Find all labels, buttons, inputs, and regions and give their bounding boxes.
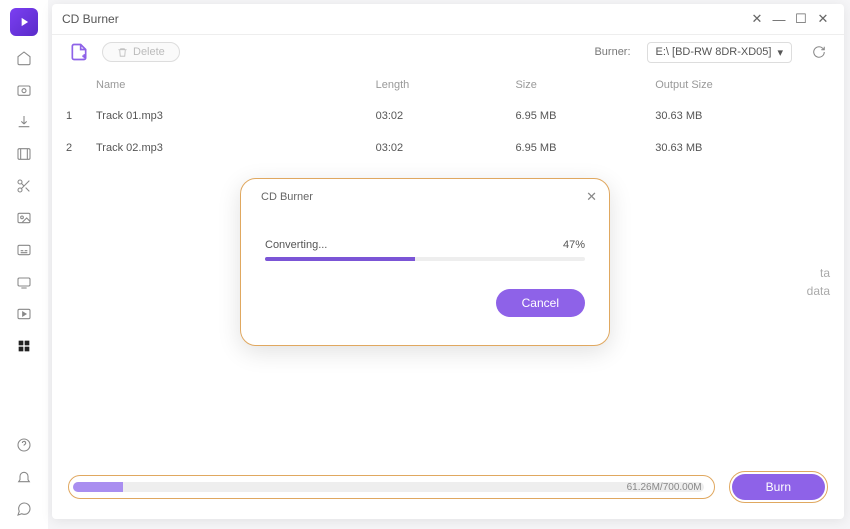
camera-icon[interactable] xyxy=(14,80,34,100)
chevron-down-icon: ▾ xyxy=(777,46,783,59)
cancel-button[interactable]: Cancel xyxy=(496,289,585,317)
capacity-track xyxy=(73,482,704,492)
col-length: Length xyxy=(376,79,516,91)
col-size: Size xyxy=(515,79,655,91)
modal-close-icon[interactable]: ✕ xyxy=(586,189,597,205)
window-close-icon[interactable]: ✕ xyxy=(812,10,834,28)
minimize-icon[interactable]: ― xyxy=(768,10,790,28)
download-icon[interactable] xyxy=(14,112,34,132)
table-row[interactable]: 1 Track 01.mp3 03:02 6.95 MB 30.63 MB xyxy=(66,100,830,132)
toolbar: Delete Burner: E:\ [BD-RW 8DR-XD05] ▾ xyxy=(52,35,844,69)
app-sidebar xyxy=(0,0,48,529)
burner-label: Burner: xyxy=(594,46,630,58)
col-output: Output Size xyxy=(655,79,830,91)
refresh-icon[interactable] xyxy=(808,41,830,63)
modal-title: CD Burner xyxy=(261,191,589,203)
titlebar: CD Burner ✕ ― ☐ ✕ xyxy=(52,4,844,35)
subtitle-icon[interactable] xyxy=(14,240,34,260)
add-file-icon[interactable] xyxy=(66,41,92,63)
tv-icon[interactable] xyxy=(14,272,34,292)
progress-modal: CD Burner ✕ Converting... 47% Cancel xyxy=(240,178,610,346)
table-row[interactable]: 2 Track 02.mp3 03:02 6.95 MB 30.63 MB xyxy=(66,132,830,164)
film-icon[interactable] xyxy=(14,144,34,164)
burner-select[interactable]: E:\ [BD-RW 8DR-XD05] ▾ xyxy=(647,42,792,63)
modal-status: Converting... xyxy=(265,239,327,251)
burn-button-wrap: Burn xyxy=(729,471,828,503)
burn-button[interactable]: Burn xyxy=(732,474,825,500)
col-name: Name xyxy=(96,79,376,91)
app-logo-icon xyxy=(10,8,38,36)
bottom-bar: 61.26M/700.00M Burn xyxy=(52,459,844,519)
delete-label: Delete xyxy=(133,46,165,58)
table-header: Name Length Size Output Size xyxy=(66,69,830,100)
toolbox-icon[interactable] xyxy=(14,336,34,356)
modal-progress-track xyxy=(265,257,585,261)
bell-icon[interactable] xyxy=(14,467,34,487)
close-icon[interactable]: ✕ xyxy=(746,10,768,28)
metadata-hint: ta data xyxy=(807,264,830,300)
image-icon[interactable] xyxy=(14,208,34,228)
window-title: CD Burner xyxy=(62,12,119,26)
trash-icon xyxy=(117,47,128,58)
capacity-fill xyxy=(73,482,123,492)
help-icon[interactable] xyxy=(14,435,34,455)
home-icon[interactable] xyxy=(14,48,34,68)
burner-selected-value: E:\ [BD-RW 8DR-XD05] xyxy=(656,46,772,58)
player-icon[interactable] xyxy=(14,304,34,324)
modal-progress-fill xyxy=(265,257,415,261)
modal-percent: 47% xyxy=(563,239,585,251)
capacity-text: 61.26M/700.00M xyxy=(627,482,702,493)
scissors-icon[interactable] xyxy=(14,176,34,196)
maximize-icon[interactable]: ☐ xyxy=(790,10,812,28)
chat-icon[interactable] xyxy=(14,499,34,519)
capacity-bar: 61.26M/700.00M xyxy=(68,475,715,499)
delete-button[interactable]: Delete xyxy=(102,42,180,62)
